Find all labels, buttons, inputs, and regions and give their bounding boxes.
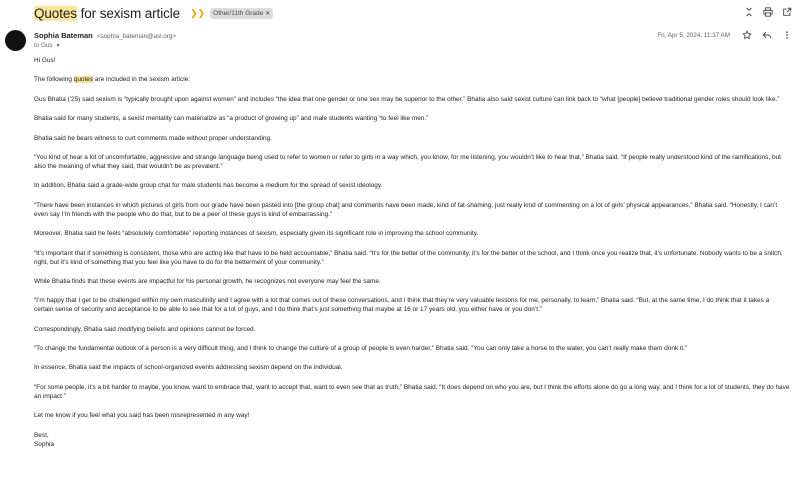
paragraph-14: “For some people, it’s a bit harder to m… — [34, 383, 790, 400]
reply-icon[interactable] — [762, 30, 772, 40]
more-vert-icon[interactable] — [782, 30, 792, 40]
sender-email: <sophia_bateman@asl.org> — [96, 33, 177, 40]
signoff: Best, — [34, 431, 49, 439]
intro-after: are included in the sexism article: — [93, 76, 191, 84]
paragraph-1: Gus Bhatia ('25) said sexism is “typical… — [34, 95, 780, 103]
paragraph-8: “It’s important that if something is con… — [34, 249, 783, 266]
signature: Sophia — [34, 440, 55, 448]
paragraph-2: Bhatia said for many students, a sexist … — [34, 115, 429, 123]
thread-toolbar — [744, 7, 792, 17]
label-chip[interactable]: Other/11th Grade ✕ — [210, 7, 274, 19]
message-body: Hi Gus! The following quotes are include… — [34, 56, 790, 449]
sender-name[interactable]: Sophia Bateman — [34, 31, 93, 40]
open-in-new-window-icon[interactable] — [782, 7, 792, 17]
paragraph-6: “There have been instances in which pict… — [34, 201, 778, 218]
paragraph-12: “To change the fundamental outlook of a … — [34, 345, 688, 353]
intro-highlight: quotes — [73, 76, 94, 84]
close-icon[interactable]: ✕ — [265, 10, 270, 17]
paragraph-4: “You kind of hear a lot of uncomfortable… — [34, 153, 781, 170]
paragraph-13: In essence, Bhatia said the impacts of s… — [34, 364, 343, 372]
intro-before: The following — [34, 76, 74, 84]
email-subject: Quotes for sexism article — [34, 5, 181, 21]
paragraph-11: Correspondingly, Bhatia said modifying b… — [34, 325, 256, 333]
paragraph-15: Let me know if you feel what you said ha… — [34, 412, 250, 420]
label-text: Other/11th Grade — [213, 9, 264, 17]
paragraph-9: While Bhatia finds that these events are… — [34, 277, 381, 285]
paragraph-10: “I’m happy that I get to be challenged w… — [34, 297, 770, 314]
avatar[interactable] — [5, 30, 26, 51]
paragraph-3: Bhatia said he bears witness to curt com… — [34, 134, 272, 142]
greeting: Hi Gus! — [34, 57, 56, 64]
recipient-line[interactable]: to Gus ▼ — [34, 42, 61, 49]
message-date: Fri, Apr 5, 2024, 11:37 AM — [657, 31, 730, 39]
intro-line: The following quotes are included in the… — [34, 75, 790, 84]
double-chevron-right-icon[interactable]: ❯❯ — [190, 8, 205, 19]
star-icon[interactable] — [742, 30, 752, 40]
recipient-text: to Gus — [34, 42, 53, 49]
print-icon[interactable] — [763, 7, 773, 17]
collapse-icon[interactable] — [744, 7, 754, 17]
paragraph-7: Moreover, Bhatia said he feels “absolute… — [34, 230, 479, 238]
chevron-down-icon[interactable]: ▼ — [56, 43, 61, 49]
message-meta: Fri, Apr 5, 2024, 11:37 AM — [657, 30, 792, 40]
subject-row: Quotes for sexism article ❯❯ Other/11th … — [34, 4, 274, 22]
paragraph-5: In addition, Bhatia said a grade-wide gr… — [34, 182, 383, 190]
subject-text: for sexism article — [76, 5, 181, 21]
sender-line: Sophia Bateman <sophia_bateman@asl.org> — [34, 31, 176, 40]
subject-highlight: Quotes — [34, 5, 77, 21]
